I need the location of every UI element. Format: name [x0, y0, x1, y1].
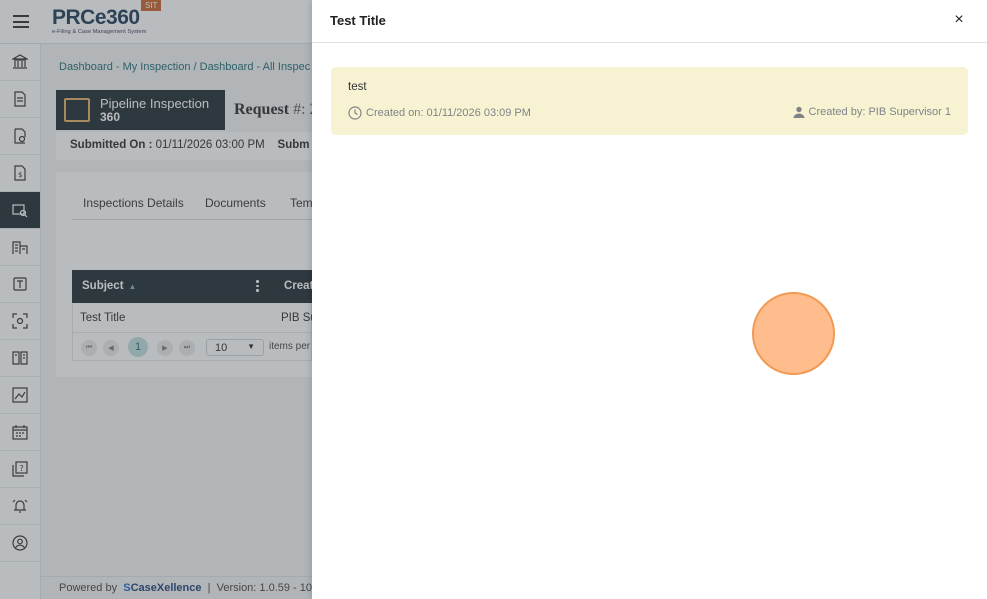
created-on-text: Created on: 01/11/2026 03:09 PM: [366, 107, 531, 119]
comment-card: test Created on: 01/11/2026 03:09 PM Cre…: [331, 67, 968, 135]
comment-created-on: Created on: 01/11/2026 03:09 PM: [348, 106, 531, 120]
clock-icon: [348, 106, 362, 120]
created-by-text: Created by: PIB Supervisor 1: [808, 106, 951, 118]
user-icon: [793, 106, 805, 118]
comment-side-panel: Test Title × test Created on: 01/11/2026…: [312, 0, 987, 599]
cursor-highlight: [752, 292, 835, 375]
modal-backdrop[interactable]: [0, 0, 312, 599]
comment-body: test: [348, 81, 367, 93]
panel-title: Test Title: [330, 13, 386, 28]
close-icon[interactable]: ×: [950, 11, 968, 29]
panel-header: Test Title ×: [312, 0, 987, 43]
comment-created-by: Created by: PIB Supervisor 1: [793, 106, 951, 118]
